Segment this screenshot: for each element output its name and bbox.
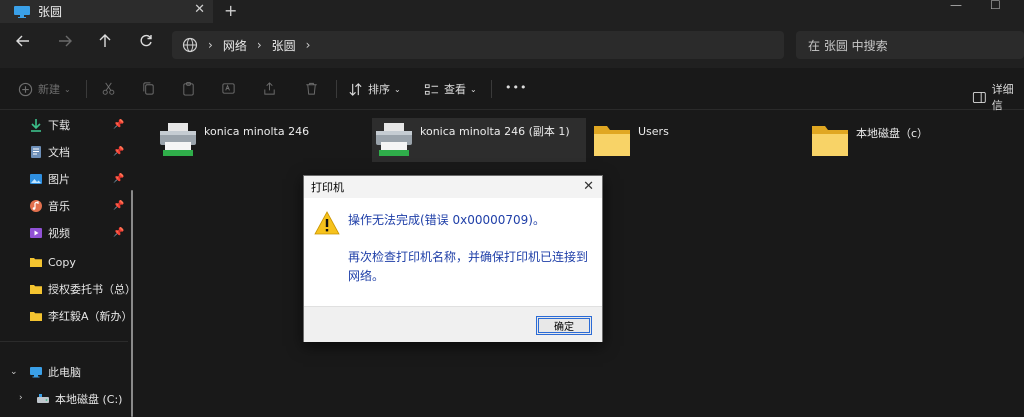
chevron-right-icon: › [208, 38, 213, 52]
delete-button[interactable] [304, 81, 319, 96]
pin-icon[interactable]: 📌 [113, 174, 124, 184]
up-button[interactable] [98, 34, 112, 52]
folder-icon [30, 285, 42, 294]
view-button[interactable]: 查看 ⌄ [424, 81, 477, 97]
arrow-left-icon [16, 35, 29, 47]
sort-button[interactable]: 排序 ⌄ [348, 81, 401, 97]
maximize-icon[interactable]: ☐ [990, 0, 1001, 12]
tab-close-icon[interactable]: ✕ [194, 2, 205, 17]
new-tab-button[interactable]: + [224, 1, 237, 20]
pin-icon[interactable]: 📌 [113, 228, 124, 238]
chevron-right-icon: › [256, 38, 262, 52]
breadcrumb-zhangyuan[interactable]: 张圆 [272, 37, 296, 54]
arrow-right-icon [59, 35, 72, 47]
plus-circle-icon [18, 82, 33, 96]
printer-item[interactable]: konica minolta 246 [158, 120, 368, 162]
share-button[interactable] [262, 81, 277, 96]
printer-item-copy[interactable]: konica minolta 246 (副本 1) [372, 118, 586, 162]
music-icon [30, 200, 42, 212]
folder-item-local-disk[interactable]: 本地磁盘（c） [810, 120, 1010, 162]
error-message: 操作无法完成(错误 0x00000709)。 [348, 213, 545, 227]
title-bar: 张圆 ✕ + — ☐ [0, 0, 1024, 23]
sort-icon [349, 82, 362, 96]
tab-zhangyuan[interactable]: 张圆 ✕ [0, 0, 213, 23]
more-options-button[interactable]: ••• [505, 81, 527, 94]
video-icon [30, 228, 42, 238]
view-list-icon [424, 83, 439, 95]
refresh-button[interactable] [139, 34, 153, 52]
printer-icon [376, 123, 412, 156]
warning-icon [314, 211, 340, 235]
sidebar-item-documents[interactable]: 文档 📌 [29, 141, 129, 163]
monitor-icon [14, 5, 30, 18]
chevron-down-icon[interactable]: ⌄ [10, 367, 18, 377]
folder-icon [594, 126, 630, 156]
scissors-icon [102, 82, 115, 95]
minimize-icon[interactable]: — [950, 0, 962, 12]
breadcrumb-network[interactable]: 网络 [223, 37, 247, 54]
pictures-icon [30, 174, 42, 184]
pin-icon[interactable]: 📌 [113, 120, 124, 130]
sidebar-item-power-of-attorney[interactable]: 授权委托书（总） [29, 278, 139, 300]
chevron-right-icon[interactable]: › [306, 38, 311, 52]
dialog-footer: 确定 [304, 306, 602, 342]
sidebar-scrollbar[interactable] [131, 190, 133, 417]
document-icon [31, 146, 41, 158]
sidebar-item-downloads[interactable]: 下载 📌 [29, 114, 129, 136]
sidebar-item-local-disk-c[interactable]: 本地磁盘 (C:) [36, 388, 136, 410]
dialog-title-bar[interactable]: 打印机 ✕ [304, 176, 602, 198]
sidebar-item-this-pc[interactable]: 此电脑 [29, 361, 129, 383]
dialog-body: 操作无法完成(错误 0x00000709)。 再次检查打印机名称，并确保打印机已… [304, 198, 602, 306]
network-globe-icon [182, 37, 198, 53]
sidebar-item-copy[interactable]: Copy [29, 251, 129, 273]
ok-button[interactable]: 确定 [536, 316, 592, 335]
sidebar-item-lihongyi[interactable]: 李红毅A（新办） [29, 305, 139, 327]
navigation-pane: 下载 📌 文档 📌 图片 📌 音乐 📌 视频 📌 Copy 授权委托书（总） 李… [0, 110, 140, 417]
tab-title: 张圆 [38, 5, 63, 19]
trash-icon [306, 82, 317, 95]
search-placeholder: 在 张圆 中搜索 [808, 38, 888, 53]
copy-icon [143, 82, 154, 95]
details-pane-button[interactable]: 详细信 [972, 81, 1024, 113]
address-bar[interactable]: › 网络 › 张圆 › [172, 31, 784, 59]
back-button[interactable] [16, 34, 30, 52]
navigation-bar: › 网络 › 张圆 › 在 张圆 中搜索 [0, 23, 1024, 68]
drive-icon [37, 394, 49, 403]
pin-icon[interactable]: 📌 [113, 201, 124, 211]
printer-icon [160, 123, 196, 156]
copy-button[interactable] [141, 81, 156, 96]
computer-icon [30, 367, 42, 378]
arrow-up-icon [99, 34, 111, 47]
forward-button[interactable] [58, 34, 72, 52]
command-bar: 新建 ⌄ 排序 ⌄ 查看 ⌄ ••• 详细信 [0, 68, 1024, 113]
cut-button[interactable] [101, 81, 116, 96]
sidebar-item-music[interactable]: 音乐 📌 [29, 195, 129, 217]
rename-button[interactable] [221, 81, 236, 96]
sidebar-divider [0, 341, 128, 342]
folder-icon [30, 258, 42, 267]
paste-button[interactable] [181, 81, 196, 96]
pin-icon[interactable]: 📌 [113, 147, 124, 157]
folder-icon [812, 126, 848, 156]
printer-error-dialog: 打印机 ✕ 操作无法完成(错误 0x00000709)。 再次检查打印机名称，并… [303, 175, 603, 342]
clipboard-icon [183, 81, 194, 96]
folder-item-users[interactable]: Users [592, 120, 792, 162]
dialog-close-icon[interactable]: ✕ [583, 179, 594, 194]
rename-icon [222, 83, 235, 94]
sidebar-item-videos[interactable]: 视频 📌 [29, 222, 129, 244]
sidebar-item-pictures[interactable]: 图片 📌 [29, 168, 129, 190]
download-icon [31, 119, 41, 132]
refresh-icon [140, 34, 152, 47]
dialog-title: 打印机 [311, 181, 344, 194]
chevron-right-icon[interactable]: › [19, 393, 23, 403]
details-pane-icon [972, 91, 986, 103]
new-button[interactable]: 新建 ⌄ [18, 81, 71, 97]
search-input[interactable]: 在 张圆 中搜索 [796, 31, 1024, 59]
share-icon [264, 82, 275, 95]
folder-icon [30, 312, 42, 321]
error-detail: 再次检查打印机名称，并确保打印机已连接到网络。 [348, 250, 589, 283]
